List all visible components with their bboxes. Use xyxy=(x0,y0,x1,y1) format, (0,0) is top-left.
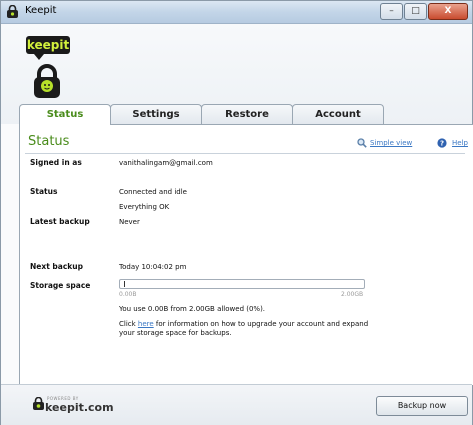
keepit-app-icon xyxy=(7,5,18,18)
latest-backup-value: Never xyxy=(119,218,140,226)
tab-account[interactable]: Account xyxy=(292,104,384,124)
signed-in-value: vanithalingam@gmail.com xyxy=(119,159,213,167)
svg-text:?: ? xyxy=(440,140,444,148)
next-backup-label: Next backup xyxy=(30,262,83,271)
status-panel xyxy=(19,124,473,385)
minimize-button[interactable]: – xyxy=(380,3,403,20)
window-title: Keepit xyxy=(25,5,57,16)
tab-status[interactable]: Status xyxy=(19,104,111,125)
upgrade-prefix: Click xyxy=(119,320,138,328)
help-link[interactable]: ? Help xyxy=(437,138,468,148)
maximize-button[interactable]: □ xyxy=(404,3,427,20)
storage-usage-text: You use 0.00B from 2.00GB allowed (0%). xyxy=(119,305,266,313)
help-icon: ? xyxy=(437,138,447,148)
simple-view-label: Simple view xyxy=(370,139,413,147)
title-bar[interactable]: Keepit – □ X xyxy=(1,1,472,24)
storage-progress-bar xyxy=(119,279,365,289)
status-line-health: Everything OK xyxy=(119,203,170,211)
signed-in-label: Signed in as xyxy=(30,158,82,167)
status-line-connection: Connected and idle xyxy=(119,188,187,196)
page-title: Status xyxy=(28,134,70,149)
status-label: Status xyxy=(30,187,58,196)
storage-max-label: 2.00GB xyxy=(341,291,364,298)
footer-brand: keepit.com xyxy=(45,401,114,414)
storage-space-label: Storage space xyxy=(30,281,91,290)
next-backup-value: Today 10:04:02 pm xyxy=(119,263,187,271)
help-label: Help xyxy=(452,139,468,147)
lock-logo-icon xyxy=(34,64,60,98)
tab-restore[interactable]: Restore xyxy=(201,104,293,124)
keepit-logo: keepit xyxy=(26,36,70,60)
upgrade-info-text: Click here for information on how to upg… xyxy=(119,320,379,338)
simple-view-link[interactable]: Simple view xyxy=(357,138,412,148)
title-divider xyxy=(25,153,465,154)
close-button[interactable]: X xyxy=(428,3,468,20)
keepit-footer-lock-icon xyxy=(33,397,44,410)
magnifier-icon xyxy=(357,138,367,148)
upgrade-suffix: for information on how to upgrade your a… xyxy=(119,320,369,337)
upgrade-here-link[interactable]: here xyxy=(138,320,154,328)
latest-backup-label: Latest backup xyxy=(30,217,90,226)
storage-min-label: 0.00B xyxy=(119,291,137,298)
backup-now-button[interactable]: Backup now xyxy=(376,396,468,416)
storage-progress-marker xyxy=(124,281,125,287)
app-window: Keepit – □ X keepit Status Settings Rest… xyxy=(0,0,473,425)
tab-settings[interactable]: Settings xyxy=(110,104,202,124)
